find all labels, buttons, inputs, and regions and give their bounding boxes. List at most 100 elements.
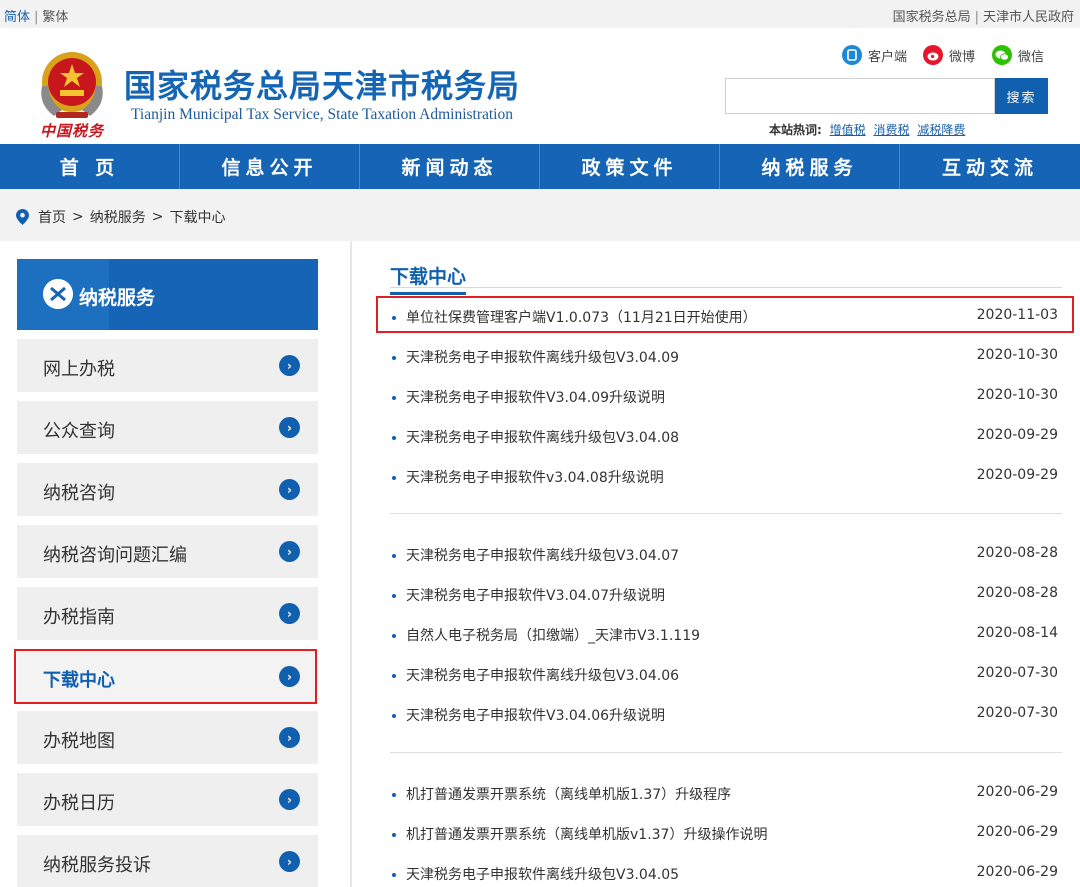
download-item[interactable]: 天津税务电子申报软件V3.04.09升级说明 2020-10-30 — [390, 386, 1062, 426]
language-switch: 简体 | 繁体 — [4, 10, 69, 25]
search-input[interactable] — [725, 78, 995, 114]
download-title[interactable]: 机打普通发票开票系统（离线单机版v1.37）升级操作说明 — [406, 824, 767, 844]
download-date: 2020-10-30 — [976, 387, 1058, 403]
bullet-icon — [392, 873, 396, 877]
nav-policy[interactable]: 政策文件 — [540, 144, 720, 189]
download-item[interactable]: 天津税务电子申报软件离线升级包V3.04.09 2020-10-30 — [390, 346, 1062, 386]
sidebar-title: 纳税服务 — [79, 287, 156, 309]
download-title[interactable]: 天津税务电子申报软件离线升级包V3.04.05 — [406, 864, 679, 884]
tax-logo-text: 中国税务 — [40, 122, 105, 140]
download-title[interactable]: 天津税务电子申报软件离线升级包V3.04.09 — [406, 347, 679, 367]
nav-interaction[interactable]: 互动交流 — [900, 144, 1080, 189]
hot-word-link[interactable]: 消费税 — [873, 123, 909, 137]
breadcrumb-tax-service[interactable]: 纳税服务 — [90, 207, 146, 227]
chevron-right-icon: › — [279, 541, 300, 562]
sidebar-item-tax-calendar[interactable]: 办税日历 › — [17, 773, 318, 826]
column-divider — [350, 241, 352, 887]
sidebar-item-complaint[interactable]: 纳税服务投诉 › — [17, 835, 318, 887]
location-pin-icon — [16, 209, 29, 225]
download-date: 2020-07-30 — [976, 665, 1058, 681]
download-date: 2020-09-29 — [976, 427, 1058, 443]
download-item[interactable]: 机打普通发票开票系统（离线单机版1.37）升级程序 2020-06-29 — [390, 783, 1062, 823]
download-title[interactable]: 天津税务电子申报软件V3.04.07升级说明 — [406, 585, 665, 605]
nav-home[interactable]: 首 页 — [0, 144, 180, 189]
download-item[interactable]: 天津税务电子申报软件离线升级包V3.04.05 2020-06-29 — [390, 863, 1062, 887]
download-date: 2020-06-29 — [976, 784, 1058, 800]
weibo-label: 微博 — [949, 49, 976, 65]
national-emblem-icon — [41, 52, 103, 118]
sidebar-item-consulting[interactable]: 纳税咨询 › — [17, 463, 318, 516]
download-item[interactable]: 机打普通发票开票系统（离线单机版v1.37）升级操作说明 2020-06-29 — [390, 823, 1062, 863]
download-item[interactable]: 天津税务电子申报软件V3.04.06升级说明 2020-07-30 — [390, 704, 1062, 744]
sidebar-item-tax-map[interactable]: 办税地图 › — [17, 711, 318, 764]
hot-word-link[interactable]: 增值税 — [830, 123, 866, 137]
download-item[interactable]: 天津税务电子申报软件V3.04.07升级说明 2020-08-28 — [390, 584, 1062, 624]
download-date: 2020-08-28 — [976, 585, 1058, 601]
download-item[interactable]: 自然人电子税务局（扣缴端）_天津市V3.1.119 2020-08-14 — [390, 624, 1062, 664]
main-nav: 首 页 信息公开 新闻动态 政策文件 纳税服务 互动交流 — [0, 144, 1080, 189]
bullet-icon — [392, 674, 396, 678]
sidebar-item-public-query[interactable]: 公众查询 › — [17, 401, 318, 454]
sidebar-item-online-tax[interactable]: 网上办税 › — [17, 339, 318, 392]
lang-traditional-link[interactable]: 繁体 — [42, 10, 68, 25]
download-date: 2020-06-29 — [976, 824, 1058, 840]
hot-words-label: 本站热词: — [769, 123, 822, 137]
download-item[interactable]: 单位社保费管理客户端V1.0.073（11月21日开始使用） 2020-11-0… — [390, 306, 1062, 346]
tianjin-gov-link[interactable]: 天津市人民政府 — [983, 10, 1074, 25]
download-date: 2020-10-30 — [976, 347, 1058, 363]
sat-link[interactable]: 国家税务总局 — [893, 10, 971, 25]
bullet-icon — [392, 714, 396, 718]
bullet-icon — [392, 634, 396, 638]
bullet-icon — [392, 476, 396, 480]
wechat-label: 微信 — [1018, 49, 1045, 65]
download-title[interactable]: 自然人电子税务局（扣缴端）_天津市V3.1.119 — [406, 625, 700, 645]
section-title-underline — [390, 287, 1062, 288]
download-item[interactable]: 天津税务电子申报软件离线升级包V3.04.06 2020-07-30 — [390, 664, 1062, 704]
download-title[interactable]: 单位社保费管理客户端V1.0.073（11月21日开始使用） — [406, 307, 757, 327]
sidebar-item-label: 办税地图 — [43, 731, 115, 752]
bullet-icon — [392, 594, 396, 598]
search-button[interactable]: 搜索 — [995, 78, 1048, 114]
download-title[interactable]: 天津税务电子申报软件离线升级包V3.04.06 — [406, 665, 679, 685]
nav-news[interactable]: 新闻动态 — [360, 144, 540, 189]
nav-tax-service[interactable]: 纳税服务 — [720, 144, 900, 189]
download-title[interactable]: 机打普通发票开票系统（离线单机版1.37）升级程序 — [406, 784, 731, 804]
download-item[interactable]: 天津税务电子申报软件离线升级包V3.04.07 2020-08-28 — [390, 544, 1062, 584]
lang-simplified-link[interactable]: 简体 — [4, 10, 30, 25]
client-link[interactable]: 客户端 — [842, 44, 907, 66]
breadcrumb-bar: 首页 > 纳税服务 > 下载中心 — [0, 189, 1080, 241]
chevron-right-icon: › — [279, 479, 300, 500]
sidebar-item-faq-compilation[interactable]: 纳税咨询问题汇编 › — [17, 525, 318, 578]
wechat-link[interactable]: 微信 — [992, 44, 1044, 66]
download-title[interactable]: 天津税务电子申报软件v3.04.08升级说明 — [406, 467, 664, 487]
chevron-right-icon: › — [279, 603, 300, 624]
section-title: 下载中心 — [390, 262, 467, 295]
download-title[interactable]: 天津税务电子申报软件离线升级包V3.04.08 — [406, 427, 679, 447]
download-title[interactable]: 天津税务电子申报软件离线升级包V3.04.07 — [406, 545, 679, 565]
breadcrumb-home[interactable]: 首页 — [38, 207, 66, 227]
hot-words: 本站热词: 增值税 消费税 减税降费 — [769, 121, 969, 138]
bullet-icon — [392, 833, 396, 837]
tax-service-icon — [43, 279, 73, 309]
bullet-icon — [392, 356, 396, 360]
bullet-icon — [392, 793, 396, 797]
chevron-right-icon: › — [279, 851, 300, 872]
download-item[interactable]: 天津税务电子申报软件离线升级包V3.04.08 2020-09-29 — [390, 426, 1062, 466]
site-header: 中国税务 国家税务总局天津市税务局 Tianjin Municipal Tax … — [0, 28, 1080, 144]
download-title[interactable]: 天津税务电子申报软件V3.04.09升级说明 — [406, 387, 665, 407]
group-divider — [390, 513, 1062, 514]
nav-info-disclosure[interactable]: 信息公开 — [180, 144, 360, 189]
client-label: 客户端 — [868, 49, 908, 65]
site-title[interactable]: 国家税务总局天津市税务局 — [124, 61, 520, 107]
weibo-link[interactable]: 微博 — [923, 44, 975, 66]
sidebar-item-label: 办税指南 — [43, 607, 115, 628]
download-title[interactable]: 天津税务电子申报软件V3.04.06升级说明 — [406, 705, 665, 725]
breadcrumb-current: 下载中心 — [169, 210, 226, 226]
sidebar-item-tax-guide[interactable]: 办税指南 › — [17, 587, 318, 640]
bullet-icon — [392, 554, 396, 558]
chevron-right-icon: › — [279, 417, 300, 438]
highlight-frame — [14, 649, 317, 704]
download-item[interactable]: 天津税务电子申报软件v3.04.08升级说明 2020-09-29 — [390, 466, 1062, 506]
breadcrumb: 首页 > 纳税服务 > 下载中心 — [16, 207, 225, 227]
hot-word-link[interactable]: 减税降费 — [917, 123, 965, 137]
